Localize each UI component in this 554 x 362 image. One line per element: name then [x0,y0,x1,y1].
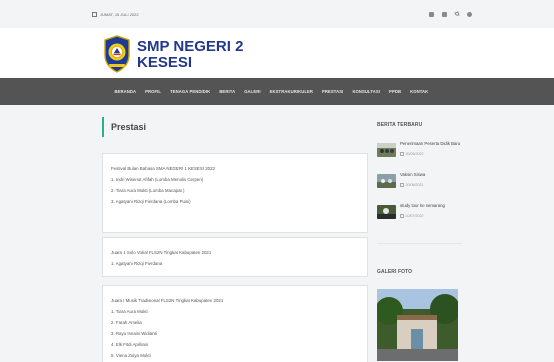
gallery-photo[interactable] [377,289,458,361]
page-title: Prestasi [102,117,146,137]
news-date: 20/06/2021 [400,183,424,187]
nav-item-profil[interactable]: PROFIL [141,89,166,94]
news-thumbnail[interactable] [377,143,396,157]
contact-icons [429,11,472,17]
settings-icon[interactable] [467,11,472,17]
phone-icon[interactable] [454,11,460,17]
achievement-card: Juara 1 Solo Vokal FLS2N Tingkat Kabupat… [102,237,368,277]
divider [377,243,462,244]
nav-item-ekstrakurikuler[interactable]: EKSTRAKURIKULER [265,89,317,94]
current-date-text: JUMAT, 15 JULI 2022 [100,11,139,17]
nav-item-galeri[interactable]: GALERI [240,89,265,94]
school-name-line2: KESESI [137,54,193,71]
news-date-text: 10/07/2022 [405,214,424,218]
news-date: 20/06/2022 [400,152,424,156]
card-line: 1. Agatyani Rizqi Fierdana [111,261,163,266]
card-line: 1. Indri Wisenut Afifah (Lomba Menulis C… [111,177,204,182]
achievement-card: Festival Bulan Bahasa SMA NEGERI 1 KESES… [102,153,368,233]
nav-item-prestasi[interactable]: PRESTASI [318,89,348,94]
news-title[interactable]: Penerimaan Peserta Didik Baru [400,141,460,146]
nav-item-ppdb[interactable]: PPDB [385,89,406,94]
nav-menu: BERANDA PROFIL TENAGA PENDIDIK BERITA GA… [110,78,433,105]
nav-item-tenaga-pendidik[interactable]: TENAGA PENDIDIK [166,89,215,94]
card-line: 3. Agatyani Rizqi Fierdana (Lomba Puisi) [111,199,191,204]
card-line: 5. Viena Zulya Mukti [111,353,151,358]
home-icon[interactable] [442,11,447,17]
main-area: Prestasi Festival Bulan Bahasa SMA NEGER… [0,105,554,362]
main-navbar: BERANDA PROFIL TENAGA PENDIDIK BERITA GA… [0,78,554,105]
school-name[interactable]: SMP NEGERI 2 KESESI [137,39,257,71]
news-item[interactable]: Penerimaan Peserta Didik Baru 20/06/2022 [377,141,462,163]
site-header: SMP NEGERI 2 KESESI [0,28,554,78]
card-line: Juara 1 Solo Vokal FLS2N Tingkat Kabupat… [111,250,212,255]
calendar-icon [92,11,97,17]
news-date: 10/07/2022 [400,214,424,218]
news-thumbnail[interactable] [377,205,396,219]
top-bar-inner: JUMAT, 15 JULI 2022 [92,0,472,28]
calendar-icon [400,183,404,187]
calendar-icon [400,214,404,218]
card-line: 1. Tiara Aura Mukti [111,309,148,314]
nav-item-konsultasi[interactable]: KONSULTASI [348,89,385,94]
news-widget-title: BERITA TERBARU [377,122,423,128]
news-item[interactable]: study tour ke semarang 10/07/2022 [377,203,462,225]
news-item[interactable]: Vaksin Siswa 20/06/2021 [377,172,462,194]
school-logo[interactable] [103,35,131,73]
card-line: 2. Farah Amelia [111,320,142,325]
calendar-icon [400,152,404,156]
nav-item-berita[interactable]: BERITA [215,89,240,94]
achievement-card: Juara I Musik Tradisional FLS2N Tingkat … [102,285,368,362]
card-line: Festival Bulan Bahasa SMA NEGERI 1 KESES… [111,166,215,171]
mail-icon[interactable] [429,11,434,17]
nav-item-beranda[interactable]: BERANDA [110,89,141,94]
news-title[interactable]: Vaksin Siswa [400,172,425,177]
news-title[interactable]: study tour ke semarang [400,203,445,208]
card-line: Juara I Musik Tradisional FLS2N Tingkat … [111,298,224,303]
card-line: 2. Tiara Aura Mukti (Lomba Macapat ) [111,188,185,193]
news-date-text: 20/06/2022 [405,152,424,156]
nav-item-kontak[interactable]: KONTAK [406,89,433,94]
news-thumbnail[interactable] [377,174,396,188]
top-bar: JUMAT, 15 JULI 2022 [0,0,554,28]
school-name-line1: SMP NEGERI 2 [137,38,244,55]
card-line: 3. Rayu Isnaini Widianti [111,331,157,336]
card-line: 4. Elk Fitdi Apriliani [111,342,149,347]
gallery-widget-title: GALERI FOTO [377,269,413,275]
news-date-text: 20/06/2021 [405,183,424,187]
current-date: JUMAT, 15 JULI 2022 [92,11,139,17]
